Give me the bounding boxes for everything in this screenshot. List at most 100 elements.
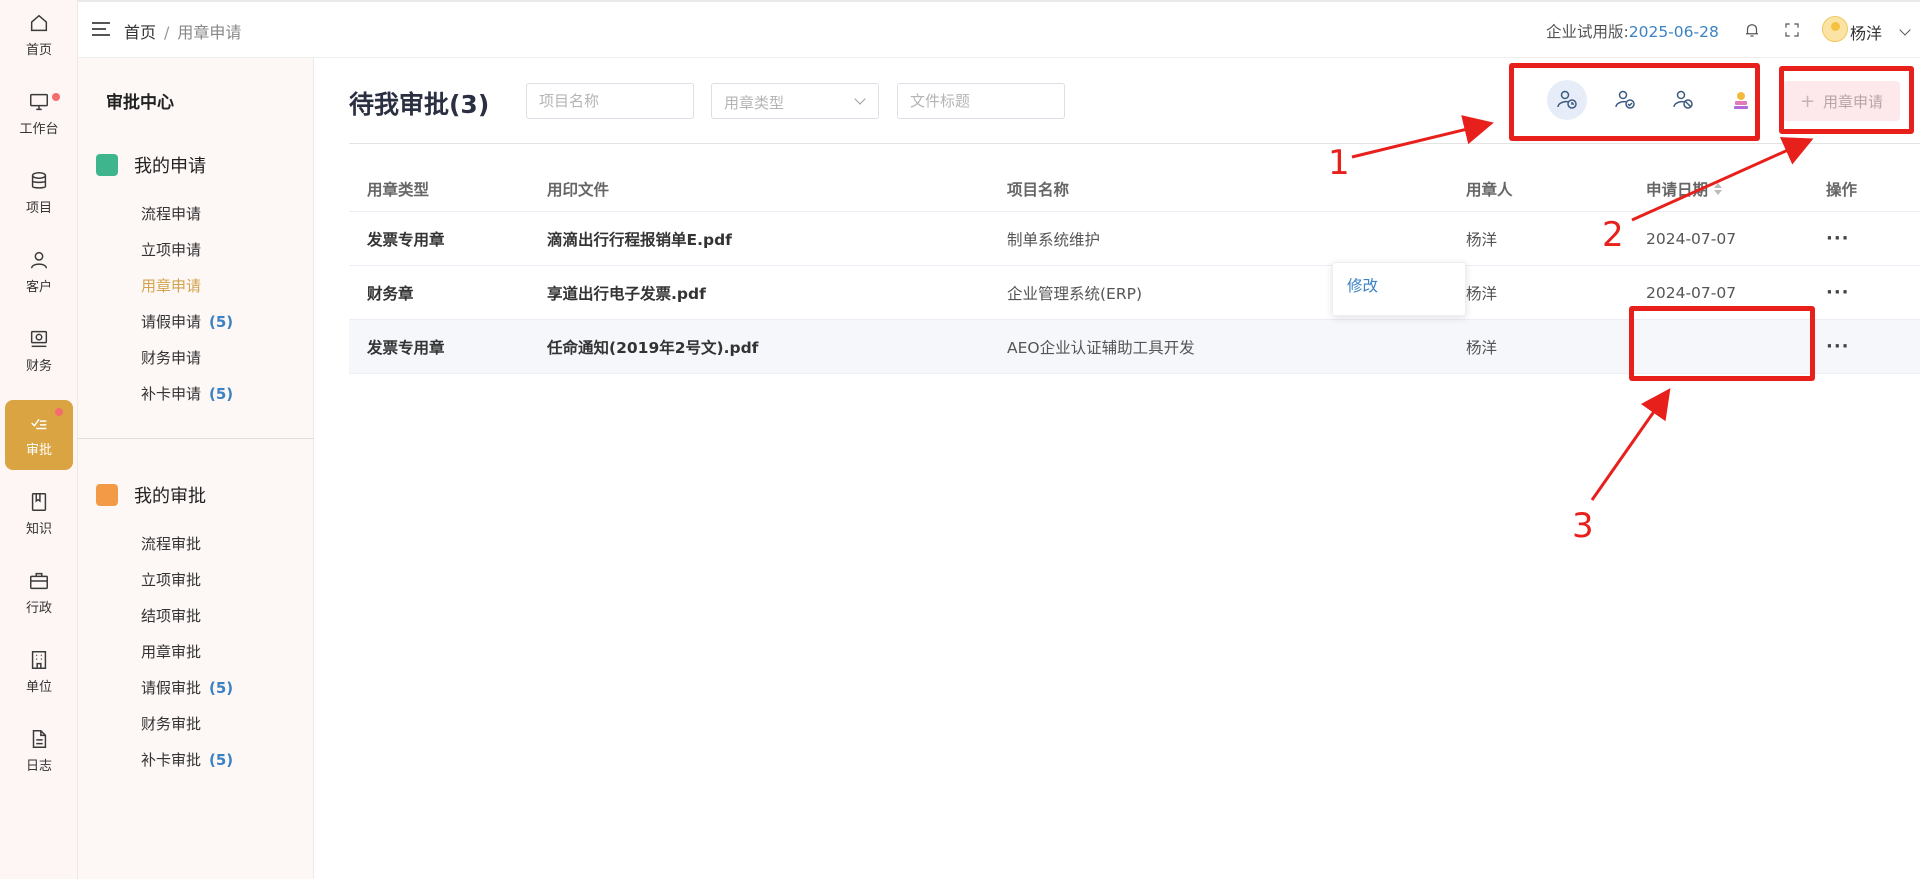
trial-date: 2025-06-28 bbox=[1628, 23, 1719, 41]
approved-view-button[interactable] bbox=[1605, 80, 1645, 120]
briefcase-icon bbox=[30, 572, 48, 590]
rail-label: 客户 bbox=[25, 280, 52, 295]
pending-view-button[interactable] bbox=[1547, 80, 1587, 120]
annotation-number-2: 2 bbox=[1602, 215, 1624, 255]
group-label: 我的申请 bbox=[134, 156, 206, 177]
subnav-item-process-approve[interactable]: 流程审批 bbox=[141, 533, 201, 554]
breadcrumb-separator: / bbox=[164, 23, 170, 42]
rail-label: 日志 bbox=[25, 759, 52, 774]
cell-user: 杨洋 bbox=[1466, 230, 1498, 249]
edit-option[interactable]: 修改 bbox=[1347, 274, 1378, 296]
user-icon bbox=[30, 251, 48, 269]
cell-file[interactable]: 滴滴出行行程报销单E.pdf bbox=[547, 212, 732, 265]
subnav-item-process-apply[interactable]: 流程申请 bbox=[141, 203, 201, 224]
rail-item-customer[interactable]: 客户 bbox=[5, 237, 73, 307]
more-actions-icon[interactable]: ··· bbox=[1826, 320, 1850, 373]
table-header: 用章类型 用印文件 项目名称 用章人 申请日期 操作 bbox=[349, 166, 1920, 212]
rail-item-unit[interactable]: 单位 bbox=[5, 637, 73, 707]
cell-seal-type: 发票专用章 bbox=[367, 230, 445, 249]
app-root: 首页 工作台 项目 客户 财务 审批 知识 行政 单位 日志 首页 / 用章申请… bbox=[0, 0, 1920, 879]
rejected-view-button[interactable] bbox=[1663, 80, 1703, 120]
subnav-item-card-approve[interactable]: 补卡审批 (5) bbox=[141, 749, 233, 770]
add-seal-request-button[interactable]: + 用章申请 bbox=[1783, 81, 1900, 121]
col-file: 用印文件 bbox=[547, 180, 610, 199]
top-header: 首页 / 用章申请 企业试用版:2025-06-28 杨洋 bbox=[78, 0, 1920, 58]
rail-item-approval[interactable]: 审批 bbox=[5, 400, 73, 470]
rail-item-knowledge[interactable]: 知识 bbox=[5, 479, 73, 549]
header-divider bbox=[349, 143, 1920, 144]
building-icon bbox=[31, 651, 47, 669]
subnav-item-card-apply[interactable]: 补卡申请 (5) bbox=[141, 383, 233, 404]
subnav-divider bbox=[78, 438, 314, 439]
fullscreen-icon[interactable] bbox=[1783, 21, 1801, 39]
database-icon bbox=[31, 172, 47, 189]
rail-label: 知识 bbox=[25, 522, 52, 537]
cell-seal-type: 财务章 bbox=[367, 284, 414, 303]
notification-dot bbox=[55, 408, 63, 416]
project-name-input[interactable] bbox=[526, 83, 694, 119]
seal-type-placeholder: 用章类型 bbox=[724, 94, 785, 112]
subnav-item-leave-approve[interactable]: 请假审批 (5) bbox=[141, 677, 233, 698]
cell-seal-type: 发票专用章 bbox=[367, 338, 445, 357]
more-actions-icon[interactable]: ··· bbox=[1826, 212, 1850, 265]
subnav-title: 审批中心 bbox=[106, 93, 174, 113]
breadcrumb-current: 用章申请 bbox=[177, 23, 242, 42]
chevron-down-icon[interactable] bbox=[1899, 24, 1911, 36]
group-my-applications[interactable]: 我的申请 bbox=[96, 152, 206, 178]
rail-item-log[interactable]: 日志 bbox=[5, 716, 73, 786]
subnav-item-seal-apply[interactable]: 用章申请 bbox=[141, 275, 201, 296]
rail-item-finance[interactable]: 财务 bbox=[5, 316, 73, 386]
book-icon bbox=[31, 493, 47, 511]
table-row[interactable]: 发票专用章 任命通知(2019年2号文).pdf AEO企业认证辅助工具开发 杨… bbox=[349, 320, 1920, 374]
rail-label: 单位 bbox=[25, 680, 52, 695]
finance-icon bbox=[30, 330, 48, 348]
rail-item-admin[interactable]: 行政 bbox=[5, 558, 73, 628]
rail-label: 行政 bbox=[25, 601, 52, 616]
col-project: 项目名称 bbox=[1007, 180, 1070, 199]
subnav-item-closure-approve[interactable]: 结项审批 bbox=[141, 605, 201, 626]
rail-item-home[interactable]: 首页 bbox=[5, 0, 73, 70]
approval-stamp-icon bbox=[96, 484, 118, 506]
breadcrumb-home[interactable]: 首页 bbox=[124, 23, 156, 42]
group-label: 我的审批 bbox=[134, 486, 206, 507]
seal-view-button[interactable] bbox=[1721, 80, 1761, 120]
subnav-item-leave-apply[interactable]: 请假申请 (5) bbox=[141, 311, 233, 332]
rail-label: 审批 bbox=[25, 443, 52, 458]
stamp-icon bbox=[1734, 92, 1748, 109]
rail-item-workbench[interactable]: 工作台 bbox=[5, 79, 73, 149]
col-seal-type: 用章类型 bbox=[367, 180, 430, 199]
cell-date: 2024-07-07 bbox=[1646, 283, 1737, 302]
chevron-down-icon bbox=[854, 93, 866, 105]
plus-icon: + bbox=[1799, 90, 1816, 112]
subnav-item-project-approve[interactable]: 立项审批 bbox=[141, 569, 201, 590]
bell-icon[interactable] bbox=[1743, 21, 1761, 39]
avatar[interactable] bbox=[1822, 16, 1848, 42]
approval-icon bbox=[31, 418, 47, 430]
user-clock-icon bbox=[1557, 90, 1577, 109]
table-row[interactable]: 发票专用章 滴滴出行行程报销单E.pdf 制单系统维护 杨洋 2024-07-0… bbox=[349, 212, 1920, 266]
subnav-item-finance-apply[interactable]: 财务申请 bbox=[141, 347, 201, 368]
subnav-item-finance-approve[interactable]: 财务审批 bbox=[141, 713, 201, 734]
doc-title-input[interactable] bbox=[897, 83, 1065, 119]
more-actions-icon[interactable]: ··· bbox=[1826, 266, 1850, 319]
table-row[interactable]: 财务章 享道出行电子发票.pdf 企业管理系统(ERP) 杨洋 2024-07-… bbox=[349, 266, 1920, 320]
approval-table: 用章类型 用印文件 项目名称 用章人 申请日期 操作 发票专用章 滴滴出行行程报… bbox=[349, 166, 1920, 374]
trial-info: 企业试用版:2025-06-28 bbox=[1546, 20, 1719, 42]
col-date[interactable]: 申请日期 bbox=[1646, 166, 1723, 211]
col-action: 操作 bbox=[1826, 180, 1858, 199]
subnav-item-seal-approve[interactable]: 用章审批 bbox=[141, 641, 201, 662]
group-my-approvals[interactable]: 我的审批 bbox=[96, 482, 206, 508]
main-rail: 首页 工作台 项目 客户 财务 审批 知识 行政 单位 日志 bbox=[0, 0, 78, 879]
subnav-item-project-apply[interactable]: 立项申请 bbox=[141, 239, 201, 260]
col-user: 用章人 bbox=[1466, 180, 1513, 199]
cell-file[interactable]: 任命通知(2019年2号文).pdf bbox=[547, 320, 758, 373]
sort-icon[interactable] bbox=[1714, 182, 1723, 195]
rail-item-project[interactable]: 项目 bbox=[5, 158, 73, 228]
seal-type-select[interactable]: 用章类型 bbox=[711, 83, 879, 119]
menu-toggle-icon[interactable] bbox=[92, 22, 110, 38]
application-icon bbox=[96, 154, 118, 176]
cell-file[interactable]: 享道出行电子发票.pdf bbox=[547, 266, 706, 319]
rail-label: 工作台 bbox=[19, 122, 59, 137]
username[interactable]: 杨洋 bbox=[1850, 20, 1882, 44]
user-check-icon bbox=[1615, 90, 1635, 109]
